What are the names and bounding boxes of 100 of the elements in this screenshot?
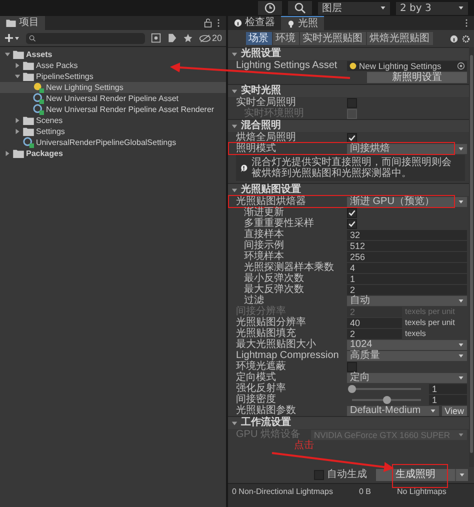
slider-thumb[interactable] [348, 384, 356, 392]
search-field[interactable] [26, 32, 145, 44]
number-field[interactable]: 4 [347, 262, 467, 272]
dropdown[interactable]: 间接烘焙 [347, 144, 467, 154]
section-header[interactable]: 光照设置 [228, 47, 469, 60]
tree-item[interactable]: UniversalRenderPipelineGlobalSettings [0, 137, 226, 148]
unit-label: texels [405, 329, 427, 338]
tree-item-label: UniversalRenderPipelineGlobalSettings [36, 138, 176, 147]
lock-icon[interactable] [204, 18, 212, 28]
more-options-icon[interactable] [217, 18, 220, 28]
section-header[interactable]: 混合照明 [228, 119, 469, 132]
field-label: 直接样本 [243, 229, 285, 240]
expanded-arrow-icon[interactable] [14, 73, 21, 80]
collapsed-arrow-icon[interactable] [4, 150, 11, 157]
hidden-packages-toggle[interactable]: 20 [198, 33, 222, 43]
object-picker-icon[interactable] [457, 62, 465, 70]
more-options-icon[interactable] [465, 18, 468, 28]
number-field[interactable]: 1 [347, 274, 467, 284]
expanded-arrow-icon[interactable] [231, 50, 238, 58]
checkbox[interactable] [314, 470, 324, 480]
number-field[interactable]: 2 [347, 284, 467, 294]
field-label: 间接示例 [243, 240, 285, 251]
dropdown[interactable]: 1024 [347, 340, 467, 350]
tree-item[interactable]: New Universal Render Pipeline Asset [0, 93, 226, 104]
view-button[interactable]: View [442, 406, 467, 416]
star-icon[interactable] [182, 33, 193, 43]
folder-icon [23, 116, 34, 125]
tree-item[interactable]: Asse Packs [0, 60, 226, 71]
help-text: 混合灯光提供实时直接照明，而间接照明则会被烘焙到光照贴图和光照探测器中。 [252, 157, 453, 179]
number-field[interactable]: 32 [347, 230, 467, 240]
caret-icon [459, 472, 465, 478]
annotation-text: 点击 [293, 440, 314, 451]
tree-item[interactable]: PipelineSettings [0, 71, 226, 82]
settings-icon[interactable] [462, 34, 470, 42]
expanded-arrow-icon[interactable] [4, 51, 11, 58]
object-field[interactable]: New Lighting Settings [347, 60, 467, 70]
checkbox[interactable] [347, 208, 357, 218]
field-label: 光照贴图填充 [236, 328, 296, 339]
panel-tab[interactable]: 检查器 [228, 16, 281, 30]
field-label: 光照贴图烘焙器 [236, 196, 307, 207]
number-field[interactable]: 1 [429, 384, 467, 394]
checkbox[interactable] [347, 362, 357, 372]
caret-icon [458, 374, 464, 380]
collapsed-arrow-icon[interactable] [14, 128, 21, 135]
caret-icon [458, 146, 464, 152]
lighting-subtab[interactable]: 场景 [246, 32, 272, 45]
tree-item[interactable]: Packages [0, 148, 226, 159]
number-field[interactable]: 512 [347, 240, 467, 250]
tree-item[interactable]: Settings [0, 126, 226, 137]
dropdown-caret-button[interactable] [455, 469, 468, 481]
dropdown[interactable]: 高质量 [347, 350, 467, 360]
lighting-subtab[interactable]: 烘焙光照贴图 [366, 32, 432, 45]
dropdown[interactable]: 渐进 GPU（预览） [347, 196, 467, 206]
number-field[interactable]: 256 [347, 252, 467, 262]
lightmap-status: No Lightmaps [396, 487, 446, 498]
tree-item-label: PipelineSettings [36, 72, 94, 81]
field-label: 定向模式 [236, 372, 276, 383]
number-field[interactable]: 2 [347, 328, 402, 338]
section-header[interactable]: 工作流设置 [228, 416, 469, 429]
expanded-arrow-icon[interactable] [231, 420, 238, 426]
number-field[interactable]: 40 [347, 318, 402, 328]
scrollbar[interactable] [469, 47, 474, 467]
tree-item[interactable]: Assets [0, 49, 226, 60]
slider-thumb[interactable] [382, 396, 390, 404]
panel-tab[interactable]: 光照 [281, 16, 324, 30]
tree-item-label: Settings [36, 127, 65, 136]
lightmap-count: 0 Non-Directional Lightmaps [232, 487, 333, 498]
dropdown[interactable]: 定向 [347, 372, 467, 382]
filter-icon[interactable] [150, 33, 161, 43]
expanded-arrow-icon[interactable] [231, 122, 238, 130]
history-icon[interactable] [258, 1, 282, 15]
tree-item[interactable]: New Lighting Settings [0, 82, 226, 93]
checkbox[interactable] [347, 132, 357, 142]
tree-item-label: New Universal Render Pipeline Asset Renderer [46, 105, 214, 114]
help-icon[interactable] [450, 34, 458, 42]
collapsed-arrow-icon[interactable] [14, 62, 21, 69]
section-header[interactable]: 实时光照 [228, 84, 469, 97]
layout-dropdown[interactable]: 2 by 3 [396, 2, 468, 14]
layers-dropdown[interactable]: 图层 [318, 2, 390, 14]
search-icon[interactable] [288, 1, 312, 15]
checkbox[interactable] [347, 98, 357, 108]
expanded-arrow-icon[interactable] [231, 88, 238, 94]
add-icon[interactable] [4, 33, 20, 43]
lighting-subtab[interactable]: 实时光照贴图 [300, 32, 366, 45]
lightbulb-icon [33, 82, 44, 93]
section-header[interactable]: 光照贴图设置 [228, 183, 469, 196]
tag-icon[interactable] [166, 33, 177, 43]
generate-lighting-button[interactable]: 生成照明 [376, 469, 455, 481]
field-label: 环境样本 [243, 251, 285, 262]
dropdown[interactable]: 自动 [347, 296, 467, 306]
tree-item[interactable]: Scenes [0, 115, 226, 126]
new-settings-button[interactable]: 新照明设置 [367, 72, 467, 83]
number-field[interactable]: 1 [429, 394, 467, 404]
project-tab[interactable]: 项目 [0, 16, 45, 30]
tree-item[interactable]: New Universal Render Pipeline Asset Renderer [0, 104, 226, 115]
collapsed-arrow-icon[interactable] [14, 117, 21, 124]
lighting-subtab[interactable]: 环境 [272, 32, 298, 45]
expanded-arrow-icon[interactable] [231, 186, 238, 194]
dropdown[interactable]: Default-Medium [347, 406, 439, 416]
checkbox[interactable] [347, 218, 357, 228]
